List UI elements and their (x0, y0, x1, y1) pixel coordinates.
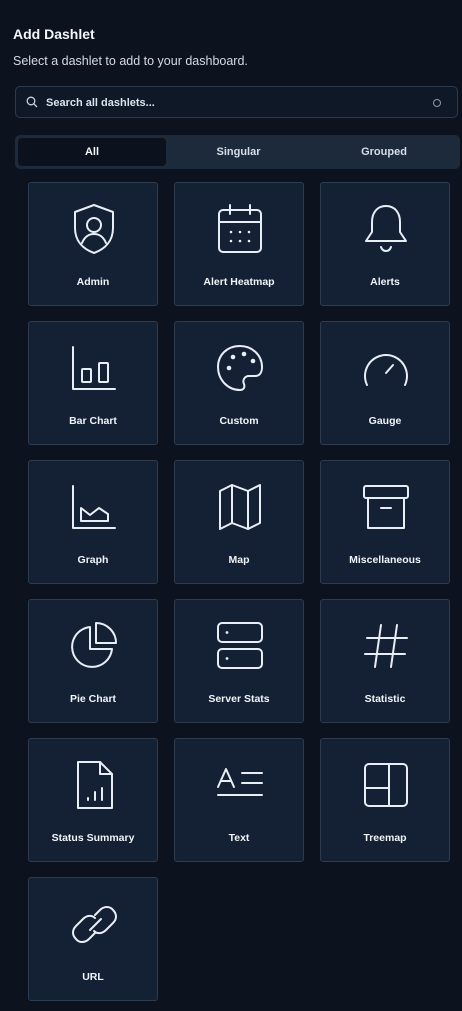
admin-icon (74, 204, 114, 254)
dashlet-status-summary[interactable]: Status Summary (28, 738, 158, 862)
clear-search-icon[interactable] (433, 99, 441, 107)
search-input[interactable] (44, 93, 428, 113)
dashlet-miscellaneous[interactable]: Miscellaneous (320, 460, 450, 584)
panel-subtitle: Select a dashlet to add to your dashboar… (13, 54, 248, 68)
bar-chart-icon (72, 346, 116, 390)
dashlet-pie-chart[interactable]: Pie Chart (28, 599, 158, 723)
panel-title: Add Dashlet (13, 26, 95, 42)
bell-icon (365, 205, 407, 252)
text-icon (217, 768, 263, 796)
dashlet-server-stats[interactable]: Server Stats (174, 599, 304, 723)
dashlet-statistic[interactable]: Statistic (320, 599, 450, 723)
dashlet-label: Statistic (364, 693, 406, 705)
treemap-icon (364, 763, 408, 807)
server-icon (217, 622, 263, 669)
pie-chart-icon (71, 622, 117, 668)
dashlet-label: Alert Heatmap (203, 276, 275, 288)
dashlet-label: Map (228, 554, 250, 566)
map-icon (219, 484, 261, 530)
dashlet-label: Custom (219, 415, 259, 427)
palette-icon (217, 345, 263, 391)
dashlet-alert-heatmap[interactable]: Alert Heatmap (174, 182, 304, 306)
search-icon (26, 96, 38, 108)
dashlet-label: Server Stats (208, 693, 270, 705)
tab-all[interactable]: All (18, 138, 166, 166)
dashlet-label: Miscellaneous (349, 554, 421, 566)
gauge-icon (364, 354, 408, 386)
dashlet-custom[interactable]: Custom (174, 321, 304, 445)
dashlet-label: Pie Chart (69, 693, 117, 705)
dashlet-treemap[interactable]: Treemap (320, 738, 450, 862)
search-box[interactable] (15, 86, 458, 118)
dashlet-label: URL (82, 971, 104, 983)
filter-tabs: All Singular Grouped (15, 135, 460, 169)
dashlet-label: Text (228, 832, 250, 844)
dashlet-alerts[interactable]: Alerts (320, 182, 450, 306)
dashlet-bar-chart[interactable]: Bar Chart (28, 321, 158, 445)
dashlet-map[interactable]: Map (174, 460, 304, 584)
dashlet-label: Graph (77, 554, 109, 566)
calendar-icon (218, 204, 262, 253)
hash-icon (364, 624, 408, 668)
area-graph-icon (72, 485, 116, 529)
tab-singular[interactable]: Singular (166, 138, 311, 166)
dashlet-label: Alerts (370, 276, 400, 288)
dashlet-label: Treemap (363, 832, 407, 844)
link-icon (72, 906, 117, 943)
dashlet-label: Gauge (368, 415, 402, 427)
dashlet-graph[interactable]: Graph (28, 460, 158, 584)
dashlet-gauge[interactable]: Gauge (320, 321, 450, 445)
dashlet-label: Status Summary (51, 832, 135, 844)
dashlet-url[interactable]: URL (28, 877, 158, 1001)
dashlet-label: Admin (76, 276, 110, 288)
dashlet-text[interactable]: Text (174, 738, 304, 862)
dashlet-label: Bar Chart (69, 415, 117, 427)
dashlet-admin[interactable]: Admin (28, 182, 158, 306)
tab-grouped[interactable]: Grouped (311, 138, 457, 166)
add-dashlet-panel: Add Dashlet Select a dashlet to add to y… (6, 0, 462, 1011)
report-document-icon (77, 761, 113, 809)
archive-box-icon (363, 485, 409, 529)
